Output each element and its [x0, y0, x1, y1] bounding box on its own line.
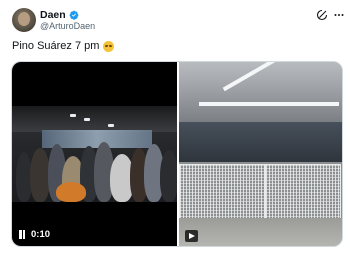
tweet-text-content: Pino Suárez 7 pm — [12, 40, 100, 52]
avatar-face — [18, 12, 30, 26]
grok-icon[interactable] — [316, 9, 328, 21]
ceiling-light — [199, 102, 339, 106]
verified-badge-icon — [69, 10, 79, 20]
handle[interactable]: @ArturoDaen — [40, 21, 95, 31]
video-player[interactable]: 0:10 — [12, 62, 177, 246]
video-time: 0:10 — [31, 229, 51, 240]
more-icon[interactable] — [333, 9, 345, 21]
crowd — [12, 142, 177, 202]
tweet-text: Pino Suárez 7 pm — [12, 40, 115, 52]
station-floor — [179, 218, 342, 246]
display-name[interactable]: Daen — [40, 9, 66, 21]
ceiling-light — [70, 114, 76, 117]
metal-gate-right — [265, 164, 341, 224]
station-crowd — [179, 122, 342, 162]
video-controls: 0:10 — [18, 229, 50, 240]
pleading-face-emoji-icon — [103, 40, 115, 52]
play-icon[interactable] — [185, 230, 198, 242]
photo-thumbnail[interactable] — [179, 62, 342, 246]
metal-gate-left — [179, 164, 265, 224]
author-name-row: Daen — [40, 9, 79, 21]
media-grid: 0:10 — [11, 61, 343, 247]
video-ceiling — [12, 106, 177, 132]
avatar[interactable] — [12, 8, 36, 32]
ceiling-light — [84, 118, 90, 121]
video-frame — [12, 106, 177, 202]
ceiling-light — [108, 124, 114, 127]
pause-icon[interactable] — [18, 230, 26, 239]
station-ceiling — [179, 62, 342, 122]
